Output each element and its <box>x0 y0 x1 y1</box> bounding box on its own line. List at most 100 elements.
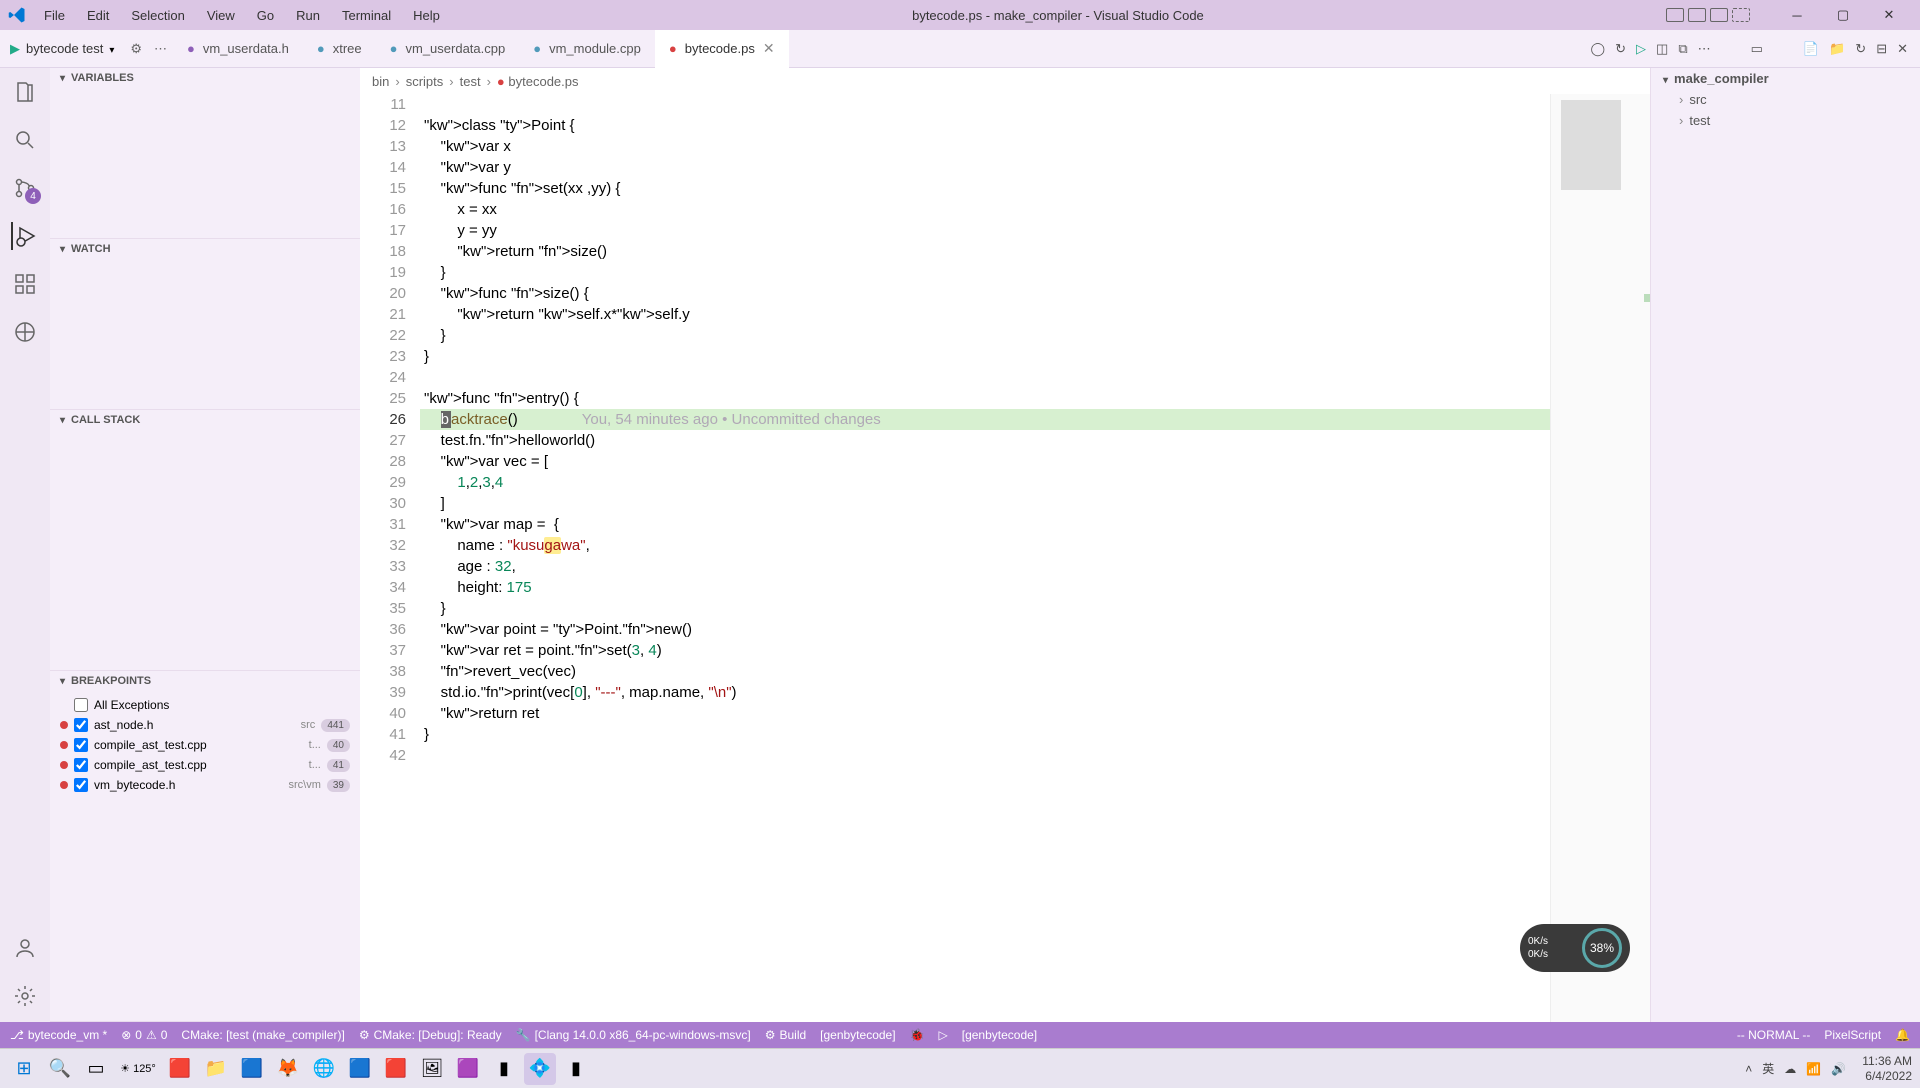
code-line[interactable]: "kw">func "fn">entry() { <box>420 388 1650 409</box>
menu-run[interactable]: Run <box>286 4 330 27</box>
minimize-button[interactable]: ─ <box>1774 0 1820 30</box>
code-line[interactable]: name : "kusugawa", <box>420 535 1650 556</box>
code-line[interactable] <box>420 367 1650 388</box>
tab-xtree[interactable]: ●xtree <box>303 30 376 68</box>
perf-widget[interactable]: 0K/s 0K/s 38% <box>1520 924 1630 972</box>
run-target[interactable]: [genbytecode] <box>962 1028 1037 1042</box>
onedrive-icon[interactable]: ☁ <box>1784 1062 1796 1076</box>
book-icon[interactable]: ▭ <box>1751 41 1763 57</box>
tray-expand-icon[interactable]: ˄ <box>1745 1062 1752 1076</box>
menu-help[interactable]: Help <box>403 4 450 27</box>
layout-btn-3[interactable] <box>1710 8 1728 22</box>
volume-icon[interactable]: 🔊 <box>1831 1062 1846 1076</box>
code-line[interactable]: "kw">var map = { <box>420 514 1650 535</box>
maximize-button[interactable]: ▢ <box>1820 0 1866 30</box>
menu-view[interactable]: View <box>197 4 245 27</box>
settings-gear-icon[interactable]: ⚙ <box>124 41 148 57</box>
breakpoint-checkbox[interactable] <box>74 778 88 792</box>
code-line[interactable]: "kw">var x <box>420 136 1650 157</box>
settings-activity-icon[interactable] <box>11 982 39 1010</box>
debug-launch-icon[interactable]: 🐞 <box>910 1028 925 1042</box>
code-line[interactable]: backtrace()You, 54 minutes ago • Uncommi… <box>420 409 1650 430</box>
branch-status[interactable]: ⎇ bytecode_vm * <box>10 1028 107 1042</box>
code-line[interactable]: ] <box>420 493 1650 514</box>
code-line[interactable]: "kw">return "fn">size() <box>420 241 1650 262</box>
compare-icon[interactable]: ⧉ <box>1678 41 1687 57</box>
code-line[interactable]: "kw">return "kw">self.x*"kw">self.y <box>420 304 1650 325</box>
cmake-target[interactable]: CMake: [test (make_compiler)] <box>181 1028 344 1042</box>
language-mode[interactable]: PixelScript <box>1824 1028 1881 1042</box>
ime-icon[interactable]: 英 <box>1762 1060 1774 1077</box>
new-file-icon[interactable]: 📄 <box>1803 41 1819 57</box>
tab-vm_module-cpp[interactable]: ●vm_module.cpp <box>519 30 655 68</box>
menu-file[interactable]: File <box>34 4 75 27</box>
code-line[interactable] <box>420 94 1650 115</box>
code-line[interactable]: } <box>420 325 1650 346</box>
tab-vm_userdata-cpp[interactable]: ●vm_userdata.cpp <box>376 30 520 68</box>
code-line[interactable]: } <box>420 598 1650 619</box>
remote-activity-icon[interactable] <box>11 318 39 346</box>
wifi-icon[interactable]: 📶 <box>1806 1062 1821 1076</box>
folder-item-test[interactable]: test <box>1651 110 1920 131</box>
compiler-status[interactable]: 🔧 [Clang 14.0.0 x86_64-pc-windows-msvc] <box>516 1028 751 1042</box>
run-launch-icon[interactable]: ▷ <box>939 1028 948 1042</box>
all-exceptions-item[interactable]: All Exceptions <box>50 695 360 715</box>
cmake-status[interactable]: ⚙ CMake: [Debug]: Ready <box>359 1028 502 1042</box>
breakpoints-section-header[interactable]: BREAKPOINTS <box>50 671 360 691</box>
variables-section-header[interactable]: VARIABLES <box>50 68 360 88</box>
code-line[interactable]: "kw">var y <box>420 157 1650 178</box>
code-line[interactable]: "kw">func "fn">set(xx ,yy) { <box>420 178 1650 199</box>
menu-selection[interactable]: Selection <box>121 4 194 27</box>
folder-item-src[interactable]: src <box>1651 89 1920 110</box>
layout-btn-1[interactable] <box>1666 8 1684 22</box>
code-line[interactable] <box>420 745 1650 766</box>
code-line[interactable]: y = yy <box>420 220 1650 241</box>
extensions-activity-icon[interactable] <box>11 270 39 298</box>
code-line[interactable]: std.io."fn">print(vec[0], "---", map.nam… <box>420 682 1650 703</box>
refresh-icon[interactable]: ↻ <box>1615 41 1626 57</box>
code-line[interactable]: 1,2,3,4 <box>420 472 1650 493</box>
new-folder-icon[interactable]: 📁 <box>1829 41 1845 57</box>
split-icon[interactable]: ◫ <box>1656 41 1668 57</box>
run-config[interactable]: ▶ bytecode test <box>0 41 124 57</box>
breakpoint-checkbox[interactable] <box>74 738 88 752</box>
layout-btn-2[interactable] <box>1688 8 1706 22</box>
menu-go[interactable]: Go <box>247 4 284 27</box>
more-icon[interactable]: ⋯ <box>148 41 173 57</box>
menu-edit[interactable]: Edit <box>77 4 119 27</box>
debug-target[interactable]: [genbytecode] <box>820 1028 895 1042</box>
code-line[interactable]: "kw">return ret <box>420 703 1650 724</box>
tab-vm_userdata-h[interactable]: ●vm_userdata.h <box>173 30 303 68</box>
collapse-icon[interactable]: ⊟ <box>1876 41 1887 57</box>
system-tray[interactable]: ˄ 英 ☁ 📶 🔊 <box>1745 1060 1846 1077</box>
breadcrumb-segment[interactable]: bin <box>372 74 389 89</box>
code-line[interactable]: "kw">var ret = point."fn">set(3, 4) <box>420 640 1650 661</box>
problems-status[interactable]: ⊗ 0 ⚠ 0 <box>121 1028 167 1042</box>
code-line[interactable]: } <box>420 262 1650 283</box>
code-line[interactable]: } <box>420 724 1650 745</box>
minimap[interactable] <box>1550 94 1650 1022</box>
search-activity-icon[interactable] <box>11 126 39 154</box>
account-activity-icon[interactable] <box>11 934 39 962</box>
code-line[interactable]: } <box>420 346 1650 367</box>
breakpoint-item[interactable]: vm_bytecode.hsrc\vm39 <box>50 775 360 795</box>
breakpoint-checkbox[interactable] <box>74 718 88 732</box>
code-line[interactable]: "fn">revert_vec(vec) <box>420 661 1650 682</box>
refresh-explorer-icon[interactable]: ↻ <box>1855 41 1866 57</box>
code-line[interactable]: "kw">var vec = [ <box>420 451 1650 472</box>
explorer-activity-icon[interactable] <box>11 78 39 106</box>
close-button[interactable]: ✕ <box>1866 0 1912 30</box>
build-button[interactable]: ⚙ Build <box>765 1028 806 1042</box>
code-line[interactable]: "kw">class "ty">Point { <box>420 115 1650 136</box>
callstack-section-header[interactable]: CALL STACK <box>50 410 360 430</box>
breadcrumb[interactable]: binscriptstest● bytecode.ps <box>360 68 1650 94</box>
breakpoint-item[interactable]: ast_node.hsrc441 <box>50 715 360 735</box>
breadcrumb-segment[interactable]: test <box>460 74 481 89</box>
debug-activity-icon[interactable] <box>11 222 39 250</box>
tab-bytecode-ps[interactable]: ●bytecode.ps✕ <box>655 30 789 68</box>
code-line[interactable]: "kw">var point = "ty">Point."fn">new() <box>420 619 1650 640</box>
breakpoint-item[interactable]: compile_ast_test.cppt...41 <box>50 755 360 775</box>
watch-section-header[interactable]: WATCH <box>50 239 360 259</box>
nav-back-icon[interactable]: ◯ <box>1591 41 1606 57</box>
play-run-icon[interactable]: ▷ <box>1636 41 1646 57</box>
